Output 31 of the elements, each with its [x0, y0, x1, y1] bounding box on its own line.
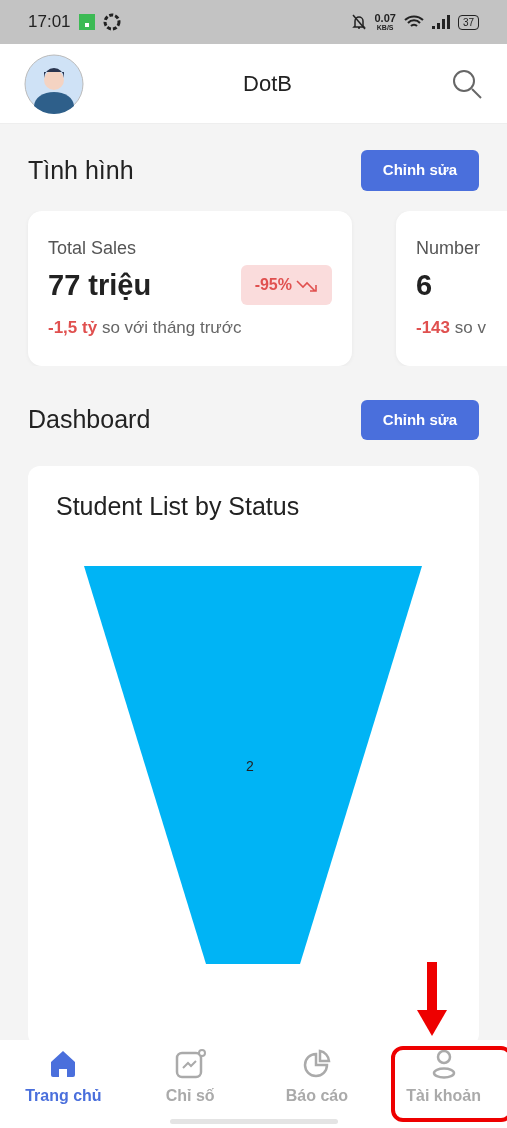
section-title: Dashboard [28, 404, 151, 435]
kpi-value: 77 triệu [48, 267, 152, 303]
nav-tab[interactable]: Trang chủ [0, 1048, 127, 1108]
kpi-value: 6 [416, 267, 433, 303]
chart-icon [174, 1048, 207, 1080]
search-icon[interactable] [451, 67, 483, 100]
mute-icon [352, 14, 367, 30]
section-title: Tình hình [28, 154, 134, 186]
battery-level: 37 [457, 14, 479, 30]
status-time: 17:01 [28, 11, 71, 34]
chart-title: Student List by Status [56, 491, 301, 522]
nav-tab[interactable]: Chỉ số [127, 1048, 254, 1108]
edit-button[interactable]: Chỉnh sửa [360, 150, 479, 191]
signal-icon [431, 15, 450, 29]
kpi-card[interactable]: Total Sales 77 triệu -95% -1,5 tỷ so với tháng trước [28, 210, 352, 366]
kpi-card[interactable]: Number 6 -143 so v [396, 210, 507, 366]
app-icon [78, 14, 95, 30]
edit-button[interactable]: Chỉnh sửa [360, 399, 479, 440]
trend-down-icon [296, 278, 318, 293]
avatar[interactable] [24, 53, 84, 114]
kpi-label: Number [416, 236, 482, 260]
nav-tab[interactable]: Báo cáo [253, 1048, 380, 1108]
app-title: DotB [243, 70, 292, 98]
funnel-label: 2 [246, 756, 254, 776]
flower-icon [102, 13, 121, 31]
change-badge: -95% [240, 265, 332, 306]
comparison-text: -1,5 tỷ so với tháng trước [48, 317, 243, 339]
comparison-text: -143 so v [416, 317, 487, 339]
network-speed: 0.07 [374, 13, 396, 24]
nav-tab[interactable]: Tài khoản [380, 1048, 507, 1108]
kpi-label: Total Sales [48, 236, 138, 260]
